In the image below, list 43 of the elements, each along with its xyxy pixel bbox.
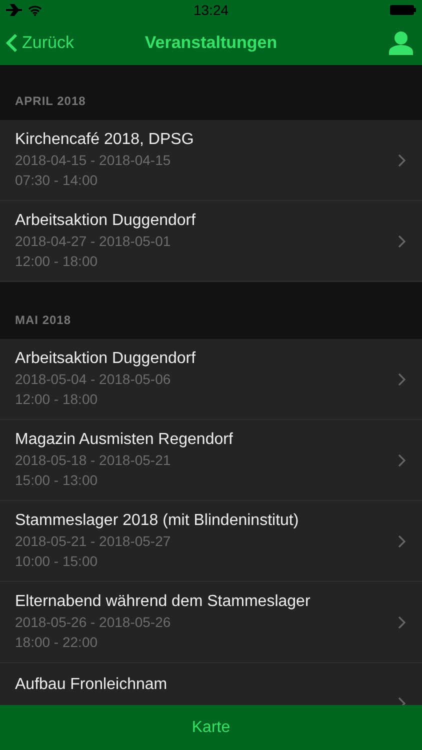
event-title: Aufbau Fronleichnam bbox=[15, 675, 168, 695]
event-title: Arbeitsaktion Duggendorf bbox=[15, 211, 196, 231]
event-title: Kirchencafé 2018, DPSG bbox=[15, 130, 194, 150]
event-dates: 2018-05-21 - 2018-05-27 bbox=[15, 532, 172, 551]
event-dates: 2018-05-26 - 2018-05-26 bbox=[15, 613, 172, 632]
event-row[interactable]: Stammeslager 2018 (mit Blindeninstitut) 2018-05-21 - 2018-05-27 10:00 - 15:00 bbox=[0, 501, 422, 582]
back-button[interactable]: Zurück bbox=[6, 32, 74, 52]
chevron-right-icon bbox=[398, 234, 406, 248]
chevron-right-icon bbox=[398, 616, 406, 628]
event-title: Stammeslager 2018 (mit Blindeninstitut) bbox=[15, 511, 299, 531]
event-dates: 2018-05-04 - 2018-05-06 bbox=[15, 370, 172, 389]
event-row[interactable]: Elternabend während dem Stammeslager 2018-05-26 - 2018-05-26 18:00 - 22:00 bbox=[0, 582, 422, 663]
chevron-left-icon bbox=[6, 32, 18, 52]
user-icon[interactable] bbox=[388, 30, 414, 54]
event-row[interactable]: Magazin Ausmisten Regendorf 2018-05-18 - 2018-05-21 15:00 - 13:00 bbox=[0, 420, 422, 501]
chevron-right-icon bbox=[398, 372, 406, 386]
section-header: APRIL 2018 bbox=[15, 94, 86, 108]
wifi-icon bbox=[28, 4, 42, 16]
event-time: 12:00 - 18:00 bbox=[15, 252, 99, 271]
event-row[interactable]: Arbeitsaktion Duggendorf 2018-05-04 - 2018-05-06 12:00 - 18:00 bbox=[0, 339, 422, 420]
event-title: Arbeitsaktion Duggendorf bbox=[15, 349, 196, 369]
event-time: 18:00 - 22:00 bbox=[15, 633, 99, 652]
event-title: Elternabend während dem Stammeslager bbox=[15, 592, 310, 612]
event-dates: 2018-04-27 - 2018-05-01 bbox=[15, 232, 172, 251]
map-button[interactable]: Karte bbox=[184, 714, 238, 740]
section-header: MAI 2018 bbox=[15, 313, 72, 327]
event-row[interactable]: Kirchencafé 2018, DPSG 2018-04-15 - 2018-04-15 07:30 - 14:00 bbox=[0, 120, 422, 201]
event-dates: 2018-05-18 - 2018-05-21 bbox=[15, 451, 172, 470]
event-title: Magazin Ausmisten Regendorf bbox=[15, 430, 233, 450]
chevron-right-icon bbox=[398, 454, 406, 466]
event-time: 15:00 - 13:00 bbox=[15, 471, 99, 490]
event-time: 07:30 - 14:00 bbox=[15, 171, 99, 190]
airplane-icon bbox=[6, 4, 22, 16]
event-dates: 2018-04-15 - 2018-04-15 bbox=[15, 151, 172, 170]
status-time: 13:24 bbox=[193, 2, 229, 18]
event-time: 12:00 - 18:00 bbox=[15, 390, 99, 409]
chevron-right-icon bbox=[398, 534, 406, 548]
chevron-right-icon bbox=[398, 154, 406, 166]
event-row[interactable]: Arbeitsaktion Duggendorf 2018-04-27 - 2018-05-01 12:00 - 18:00 bbox=[0, 201, 422, 282]
battery-icon bbox=[390, 5, 416, 15]
event-row[interactable]: Aufbau Fronleichnam bbox=[0, 663, 422, 705]
screen-title: Veranstaltungen bbox=[144, 32, 278, 52]
event-time: 10:00 - 15:00 bbox=[15, 552, 99, 571]
